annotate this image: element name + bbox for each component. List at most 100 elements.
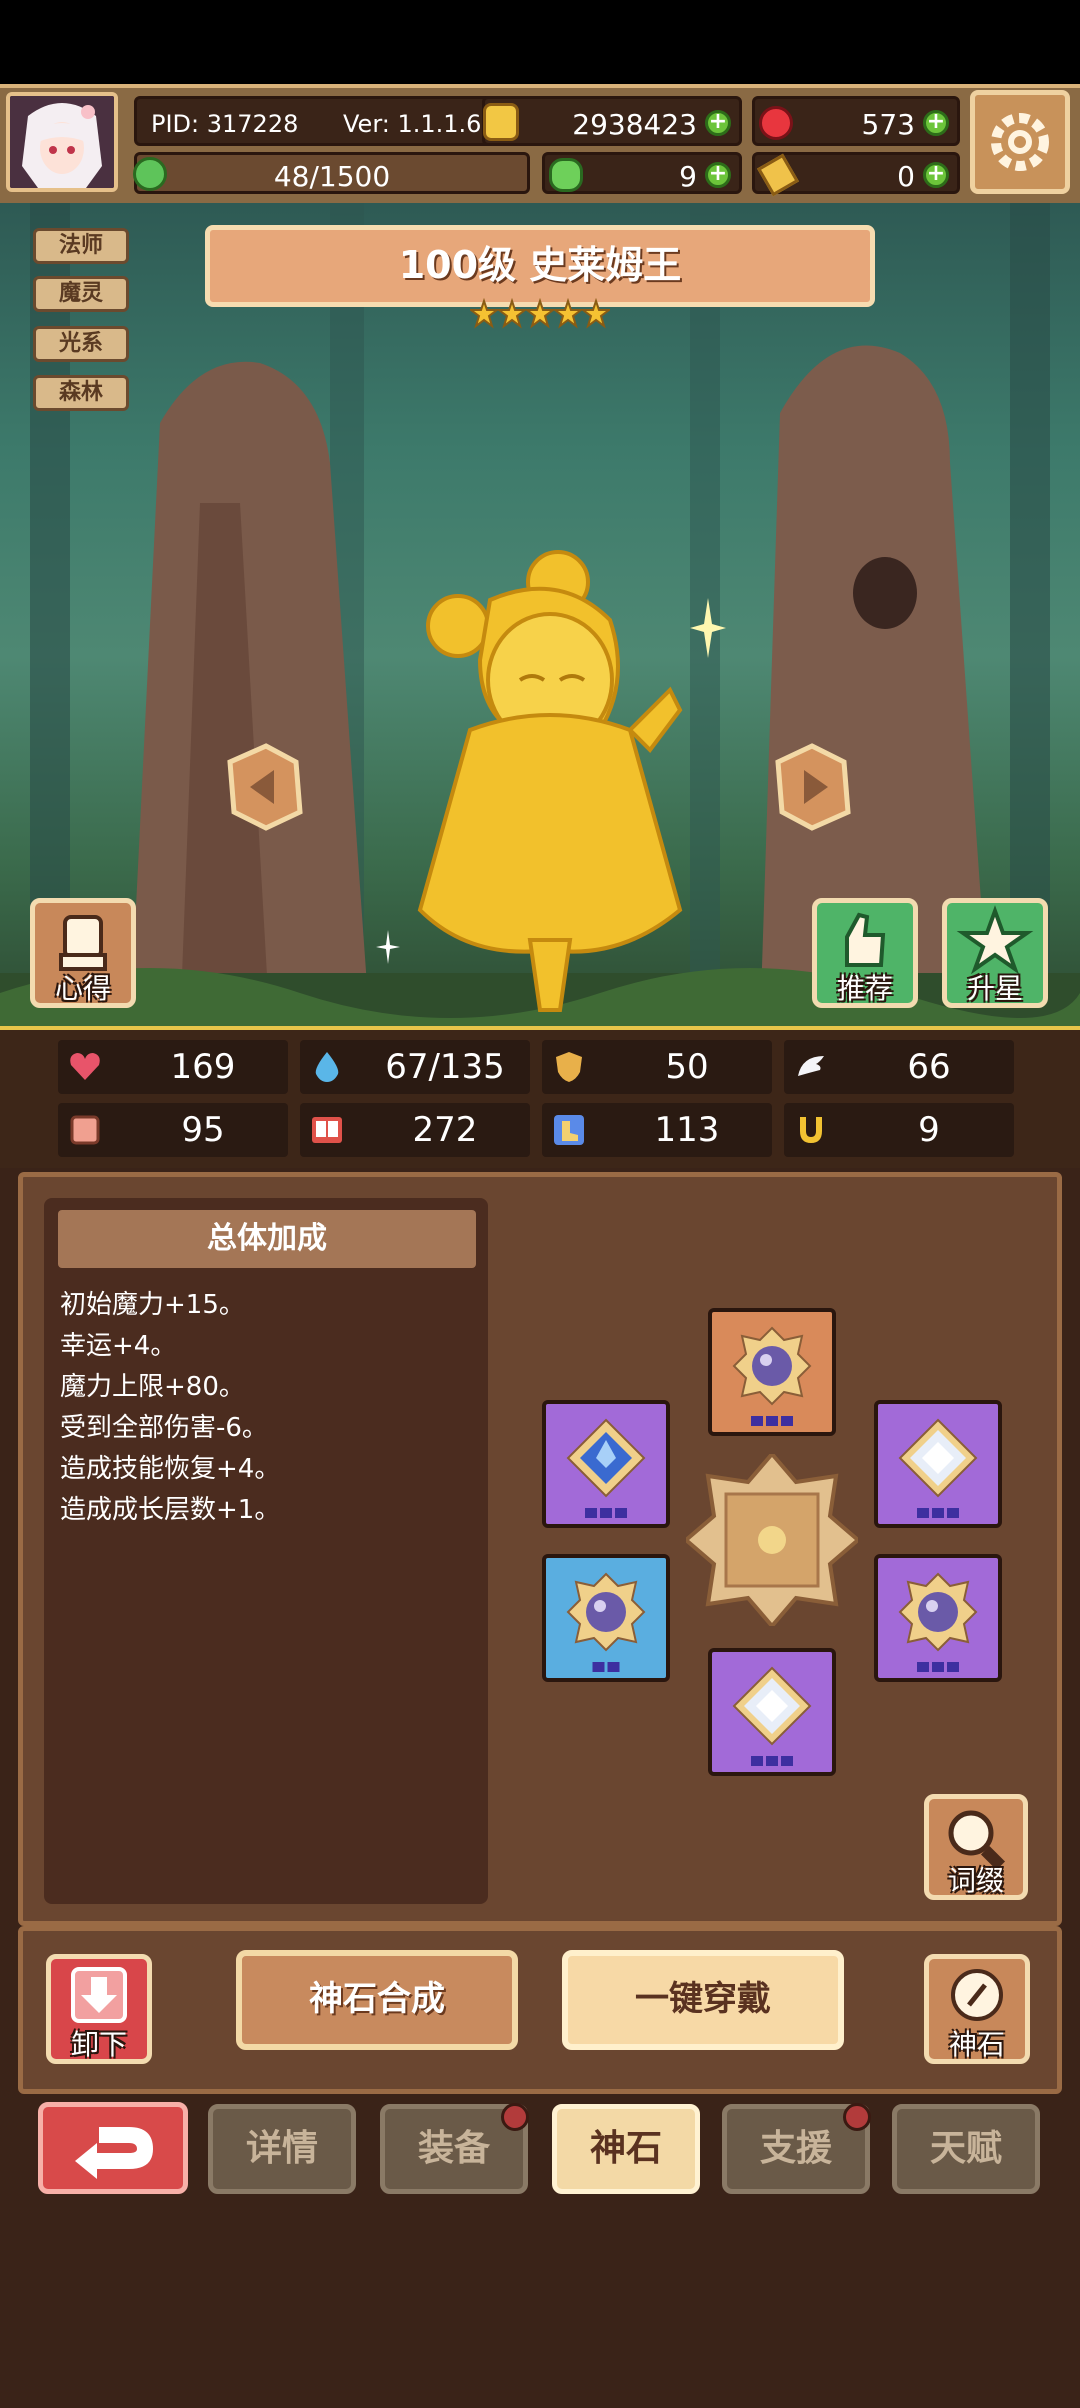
equip-all-button[interactable]: 一键穿戴 — [562, 1950, 844, 2050]
gem-slot-upper-left[interactable] — [542, 1400, 670, 1528]
godstone-core — [682, 1450, 862, 1630]
health-value: 169 — [170, 1047, 236, 1087]
core-ornament-icon — [682, 1450, 862, 1630]
star-up-label: 升星 — [966, 972, 1023, 1005]
recommend-button[interactable]: 推荐 — [812, 898, 918, 1008]
add-gold-button[interactable]: + — [705, 110, 731, 136]
gem-counter: 573 + — [752, 96, 960, 146]
tag-forest: 森林 — [33, 375, 129, 411]
pid-text: PID: 317228 — [151, 110, 299, 138]
slot-level-dots — [751, 1756, 793, 1768]
clover-counter: 9 + — [542, 152, 742, 194]
bonus-line: 幸运+4。 — [60, 1331, 177, 1361]
slot-level-dots — [585, 1508, 627, 1520]
next-hero-button[interactable] — [774, 742, 852, 832]
gem-slot-lower-right[interactable] — [874, 1554, 1002, 1682]
right-arrow-icon — [775, 743, 851, 831]
player-avatar[interactable] — [6, 92, 118, 192]
magic-value: 272 — [412, 1110, 478, 1150]
key-icon — [757, 153, 799, 197]
gem-value: 573 — [861, 108, 915, 141]
round-gem-icon — [898, 1572, 978, 1652]
settings-button[interactable] — [970, 90, 1070, 194]
speed-value: 66 — [907, 1047, 951, 1087]
stat-speed: 66 — [784, 1040, 1014, 1094]
gem-slot-top[interactable] — [708, 1308, 836, 1436]
tab-talent[interactable]: 天赋 — [892, 2104, 1040, 2194]
affix-label: 词缀 — [947, 1864, 1004, 1897]
bonus-line: 受到全部伤害-6。 — [60, 1413, 268, 1443]
affix-button[interactable]: 词缀 — [924, 1794, 1028, 1900]
tab-godstone[interactable]: 神石 — [552, 2104, 700, 2194]
star-icons — [468, 297, 612, 329]
gold-coin-icon — [483, 103, 519, 141]
sparkle-icon — [376, 930, 400, 964]
action-bar — [18, 1926, 1062, 2094]
hero-star-rating — [468, 297, 612, 334]
tag-light: 光系 — [33, 326, 129, 362]
tab-equipment-label: 装备 — [417, 2128, 490, 2169]
wing-icon — [798, 1056, 824, 1076]
gem-slot-lower-left[interactable] — [542, 1554, 670, 1682]
notification-badge — [843, 2103, 871, 2131]
heart-icon — [70, 1053, 100, 1080]
tab-support[interactable]: 支援 — [722, 2103, 871, 2194]
godstone-button[interactable]: 神石 — [924, 1954, 1030, 2064]
bonus-line: 造成成长层数+1。 — [60, 1495, 281, 1525]
white-diamond-gem-icon — [732, 1666, 812, 1746]
hero-sprite-slime-king[interactable] — [380, 540, 720, 1030]
gem-slot-upper-right[interactable] — [874, 1400, 1002, 1528]
tag-spirit: 魔灵 — [33, 276, 129, 312]
add-key-button[interactable]: + — [923, 162, 949, 188]
back-button[interactable] — [38, 2102, 188, 2194]
notification-badge — [501, 2103, 529, 2131]
slot-level-dots — [917, 1508, 959, 1520]
white-diamond-gem-icon — [898, 1418, 978, 1498]
unequip-button[interactable]: 卸下 — [46, 1954, 152, 2064]
stat-health: 169 — [58, 1040, 288, 1094]
bonus-line: 初始魔力+15。 — [60, 1290, 245, 1320]
key-counter: 0 + — [752, 152, 960, 197]
back-arrow-icon — [75, 2127, 153, 2179]
previous-hero-button[interactable] — [226, 742, 304, 832]
notes-button[interactable]: 心得 — [30, 898, 136, 1008]
gold-value: 2938423 — [572, 108, 697, 141]
gear-icon — [991, 113, 1049, 171]
bonus-line: 造成技能恢复+4。 — [60, 1454, 281, 1484]
version-text: Ver: 1.1.1.6 — [343, 110, 482, 138]
mana-drop-icon — [315, 1052, 339, 1082]
unequip-label: 卸下 — [70, 2028, 127, 2061]
left-arrow-icon — [227, 743, 303, 831]
golden-slime-king-figure — [417, 550, 683, 1012]
attack-value: 95 — [181, 1110, 225, 1150]
star-up-button[interactable]: 升星 — [942, 898, 1048, 1008]
stat-luck: 9 — [784, 1103, 1014, 1157]
hero-title-banner: 100级 史莱姆王 — [205, 225, 875, 307]
tab-details[interactable]: 详情 — [208, 2104, 356, 2194]
add-clover-button[interactable]: + — [705, 162, 731, 188]
avatar-portrait-icon — [10, 96, 114, 188]
recommend-label: 推荐 — [836, 972, 893, 1005]
mana-value: 67/135 — [385, 1047, 505, 1087]
red-gem-icon — [759, 106, 793, 140]
energy-value: 48/1500 — [273, 160, 391, 193]
round-gem-icon — [732, 1326, 812, 1406]
slot-level-dots — [917, 1662, 959, 1674]
stat-attack: 95 — [58, 1103, 288, 1157]
boot-icon — [554, 1115, 584, 1145]
agility-value: 113 — [654, 1110, 720, 1150]
godstone-label: 神石 — [948, 2028, 1005, 2061]
notes-label: 心得 — [54, 972, 111, 1005]
synthesize-button[interactable]: 神石合成 — [236, 1950, 518, 2050]
clover-value: 9 — [679, 160, 697, 193]
luck-value: 9 — [918, 1110, 940, 1150]
tab-equipment[interactable]: 装备 — [380, 2103, 529, 2194]
slot-level-dots — [751, 1416, 793, 1428]
stat-defense: 50 — [542, 1040, 772, 1094]
bonus-line: 魔力上限+80。 — [60, 1372, 245, 1402]
sparkle-icon — [690, 598, 726, 658]
tag-mage: 法师 — [33, 228, 129, 264]
gem-slot-bottom[interactable] — [708, 1648, 836, 1776]
tab-support-label: 支援 — [759, 2128, 832, 2169]
add-gem-button[interactable]: + — [923, 110, 949, 136]
